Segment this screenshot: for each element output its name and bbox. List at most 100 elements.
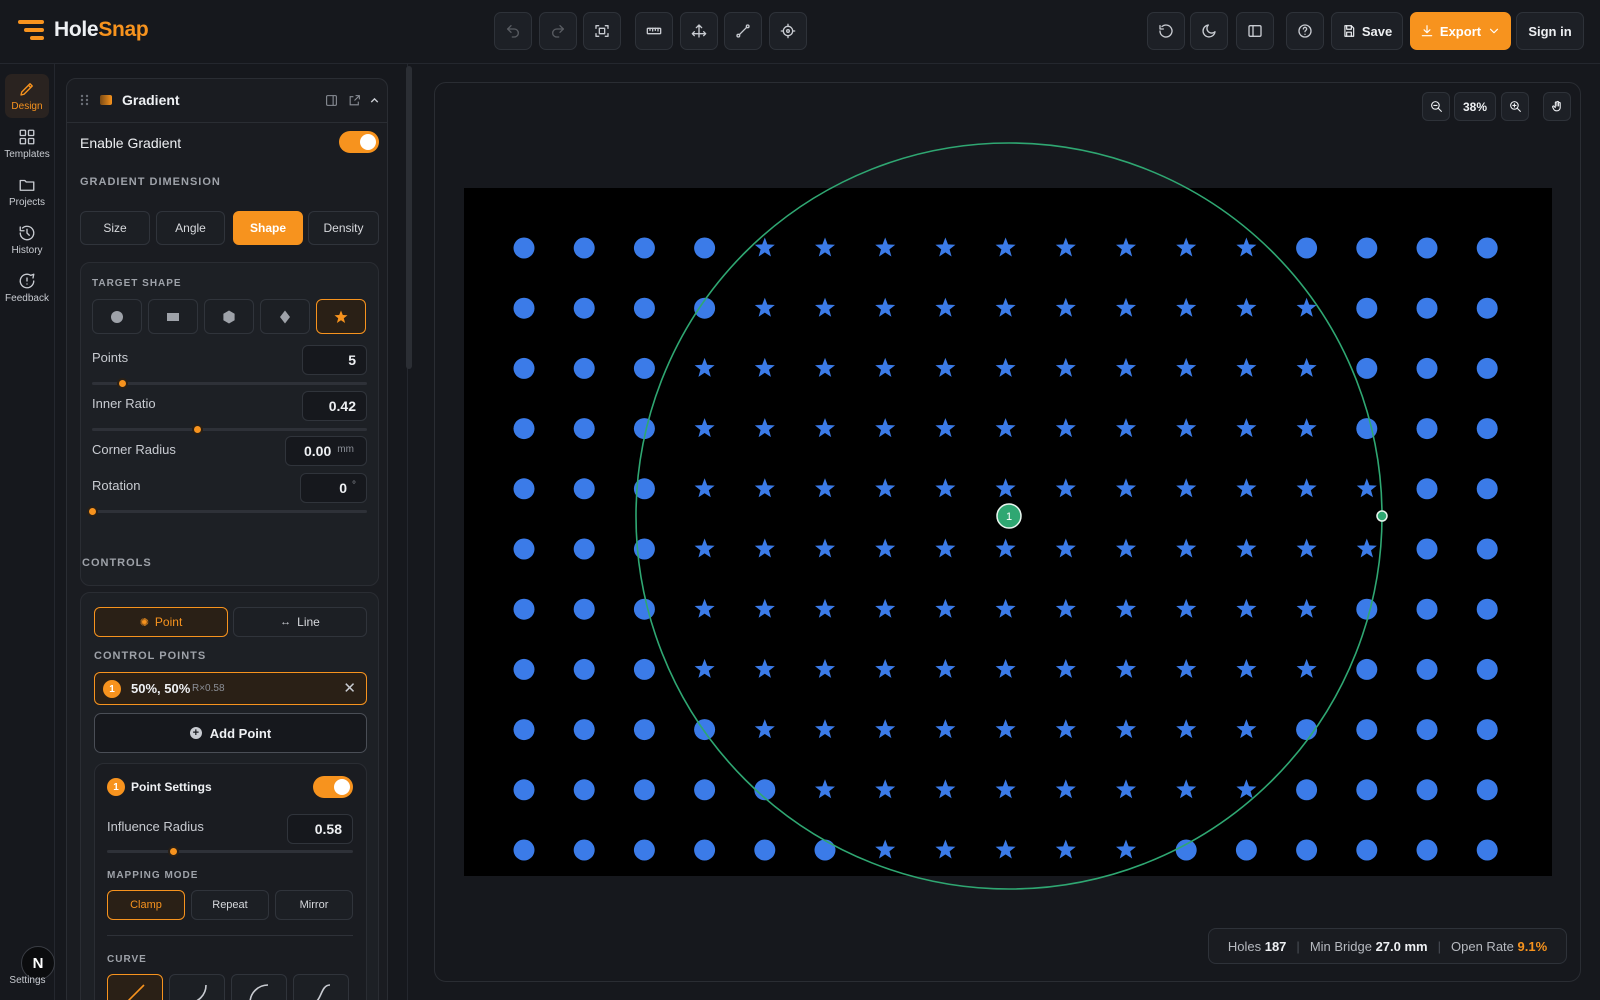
enable-gradient-toggle[interactable]	[339, 131, 379, 153]
panel-scrollbar[interactable]	[406, 66, 412, 369]
mapping-mirror-button[interactable]: Mirror	[275, 890, 353, 920]
rail-item-templates[interactable]: Templates	[4, 122, 50, 166]
undo-button[interactable]	[494, 12, 532, 50]
curve-linear-button[interactable]	[107, 974, 163, 1000]
corner-radius-input[interactable]: 0.00 mm	[285, 436, 367, 466]
line-tool-button[interactable]	[724, 12, 762, 50]
hexagon-icon	[223, 310, 235, 323]
app-logo[interactable]: HoleSnap	[18, 18, 149, 42]
hole	[1356, 719, 1378, 741]
curve-ease-out-button[interactable]	[231, 974, 287, 1000]
hole	[935, 598, 956, 618]
perforated-sheet[interactable]: 1	[464, 142, 1552, 890]
shape-hexagon-button[interactable]	[204, 299, 254, 334]
curve-ease-in-button[interactable]	[169, 974, 225, 1000]
rotation-slider-thumb[interactable]	[87, 506, 98, 517]
save-button[interactable]: Save	[1331, 12, 1403, 50]
hole	[1176, 538, 1197, 558]
help-button[interactable]	[1286, 12, 1324, 50]
hole	[935, 839, 956, 859]
hole	[995, 357, 1016, 377]
zoom-out-button[interactable]	[1422, 92, 1450, 121]
collapse-panel-icon[interactable]	[325, 94, 338, 107]
hole	[573, 418, 595, 440]
toggle-panel-button[interactable]	[1236, 12, 1274, 50]
mapping-clamp-button[interactable]: Clamp	[107, 890, 185, 920]
target-button[interactable]	[769, 12, 807, 50]
influence-radius-slider[interactable]	[107, 846, 353, 857]
hole	[1236, 538, 1257, 558]
hole-pattern[interactable]: 1	[464, 142, 1552, 890]
theme-toggle-button[interactable]	[1190, 12, 1228, 50]
points-slider[interactable]	[92, 378, 367, 389]
shape-star-button[interactable]	[316, 299, 366, 334]
measure-button[interactable]	[635, 12, 673, 50]
export-button[interactable]: Export	[1410, 12, 1511, 50]
curve-ease-in-out-button[interactable]	[293, 974, 349, 1000]
influence-radius-input[interactable]: 0.58	[287, 814, 353, 844]
control-point-marker[interactable]: 1	[996, 503, 1022, 529]
redo-button[interactable]	[539, 12, 577, 50]
mapping-repeat-button[interactable]: Repeat	[191, 890, 269, 920]
rail-label: Feedback	[5, 293, 49, 304]
point-settings-toggle[interactable]	[313, 776, 353, 798]
hole	[1236, 237, 1257, 257]
chevron-down-icon	[1489, 28, 1499, 34]
rail-item-feedback[interactable]: Feedback	[5, 266, 49, 310]
remove-point-icon[interactable]: ✕	[343, 679, 356, 697]
pan-button[interactable]	[1543, 92, 1571, 121]
rotation-slider[interactable]	[87, 506, 367, 517]
rotation-input[interactable]: 0 °	[300, 473, 367, 503]
point-mode-icon: ✺	[139, 616, 149, 629]
hole	[1416, 357, 1438, 379]
hole	[694, 719, 716, 741]
influence-radius-label: Influence Radius	[107, 819, 204, 834]
rotation-value: 0	[339, 480, 347, 496]
tab-angle[interactable]: Angle	[156, 211, 225, 245]
holes-stat: Holes 187	[1227, 938, 1287, 954]
hole	[1476, 719, 1498, 741]
tab-shape[interactable]: Shape	[233, 211, 303, 245]
shape-diamond-button[interactable]	[260, 299, 310, 334]
pen-icon	[20, 83, 33, 96]
hole	[875, 357, 896, 377]
tab-density[interactable]: Density	[308, 211, 379, 245]
tab-size[interactable]: Size	[80, 211, 150, 245]
hole	[935, 478, 956, 498]
shape-rectangle-button[interactable]	[148, 299, 198, 334]
zoom-in-button[interactable]	[1501, 92, 1529, 121]
mode-point-button[interactable]: ✺ Point	[94, 607, 228, 637]
hole	[1476, 839, 1498, 861]
sign-in-button[interactable]: Sign in	[1516, 12, 1584, 50]
hole	[633, 839, 655, 861]
hole	[694, 357, 715, 377]
points-input[interactable]: 5	[302, 345, 367, 375]
popout-icon[interactable]	[348, 94, 361, 107]
hole	[1416, 237, 1438, 259]
control-point-row[interactable]: 1 50%, 50% R×0.58 ✕	[94, 672, 367, 705]
inner-ratio-input[interactable]: 0.42	[302, 391, 367, 421]
rail-item-design[interactable]: Design	[5, 74, 49, 118]
hole	[814, 839, 836, 861]
rail-item-projects[interactable]: Projects	[5, 170, 49, 214]
rail-item-history[interactable]: History	[5, 218, 49, 262]
chevron-up-icon[interactable]	[368, 94, 381, 107]
add-point-button[interactable]: + Add Point	[94, 713, 367, 753]
hole	[1055, 357, 1076, 377]
inner-ratio-slider[interactable]	[92, 424, 367, 435]
reset-button[interactable]	[1147, 12, 1185, 50]
zoom-level[interactable]: 38%	[1454, 92, 1496, 121]
move-button[interactable]	[680, 12, 718, 50]
inner-ratio-slider-thumb[interactable]	[191, 424, 203, 435]
hole	[573, 357, 595, 379]
hole	[935, 418, 956, 438]
hole	[1296, 478, 1317, 498]
ease-out-curve-icon	[249, 984, 269, 1000]
fit-to-screen-button[interactable]	[583, 12, 621, 50]
rail-item-settings[interactable]: Settings	[0, 975, 55, 986]
mode-line-button[interactable]: ↔ Line	[233, 607, 367, 637]
hole	[1116, 357, 1136, 377]
drag-handle-icon[interactable]	[80, 94, 90, 106]
radius-handle[interactable]	[1376, 510, 1388, 522]
shape-circle-button[interactable]	[92, 299, 142, 334]
